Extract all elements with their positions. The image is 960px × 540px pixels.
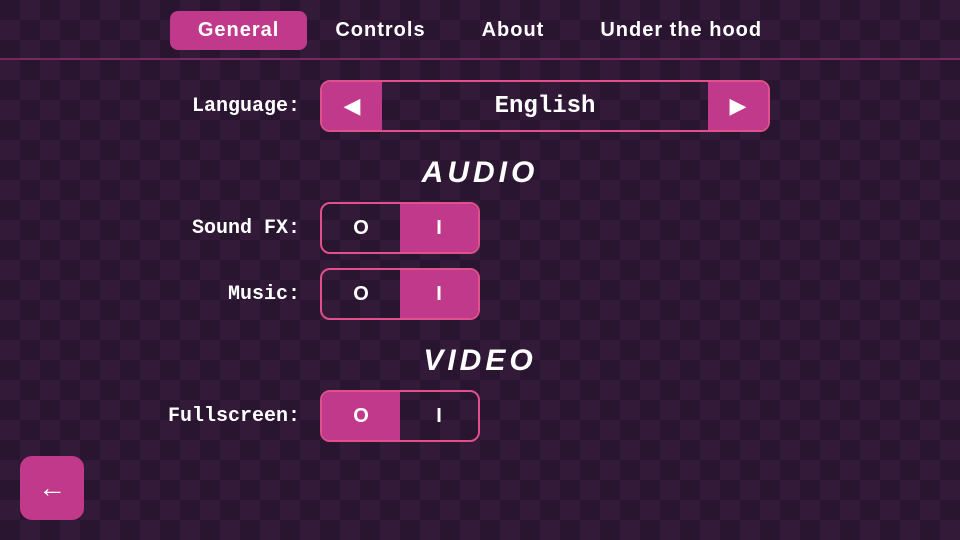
nav-bar: General Controls About Under the hood: [0, 0, 960, 60]
music-label: Music:: [100, 283, 320, 306]
language-next-button[interactable]: ▶: [708, 82, 768, 130]
language-selector: ◀ English ▶: [320, 80, 770, 132]
music-row: Music: O I: [100, 268, 860, 320]
fullscreen-off-button[interactable]: O: [322, 392, 400, 440]
sound-fx-off-button[interactable]: O: [322, 204, 400, 252]
sound-fx-toggle[interactable]: O I: [320, 202, 480, 254]
tab-general[interactable]: General: [170, 11, 307, 50]
music-on-button[interactable]: I: [400, 270, 478, 318]
fullscreen-toggle[interactable]: O I: [320, 390, 480, 442]
language-row: Language: ◀ English ▶: [100, 80, 860, 132]
fullscreen-row: Fullscreen: O I: [100, 390, 860, 442]
sound-fx-on-button[interactable]: I: [400, 204, 478, 252]
language-label: Language:: [100, 95, 320, 118]
sound-fx-row: Sound FX: O I: [100, 202, 860, 254]
fullscreen-on-button[interactable]: I: [400, 392, 478, 440]
nav-divider: [0, 58, 960, 60]
sound-fx-label: Sound FX:: [100, 217, 320, 240]
fullscreen-label: Fullscreen:: [100, 405, 320, 428]
video-section-header: VIDEO: [423, 344, 536, 378]
tab-controls[interactable]: Controls: [307, 11, 453, 50]
tab-about[interactable]: About: [454, 11, 573, 50]
back-button[interactable]: ←: [20, 456, 84, 520]
tab-under-the-hood[interactable]: Under the hood: [572, 11, 790, 50]
settings-content: Language: ◀ English ▶ AUDIO Sound FX: O …: [0, 70, 960, 540]
audio-section-header: AUDIO: [422, 156, 539, 190]
language-value: English: [382, 93, 708, 120]
music-toggle[interactable]: O I: [320, 268, 480, 320]
language-prev-button[interactable]: ◀: [322, 82, 382, 130]
music-off-button[interactable]: O: [322, 270, 400, 318]
